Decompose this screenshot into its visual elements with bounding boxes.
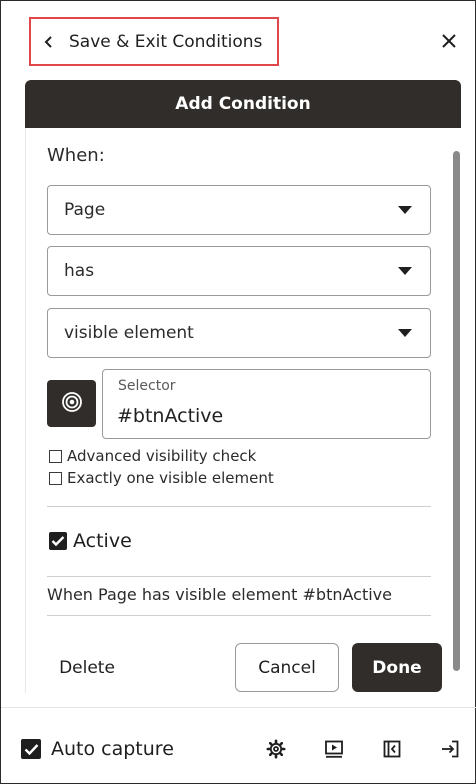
caret-down-icon	[398, 329, 412, 337]
divider	[47, 576, 431, 577]
done-button[interactable]: Done	[352, 643, 442, 692]
exit-icon[interactable]	[438, 737, 462, 761]
exactly-one-visible-label: Exactly one visible element	[67, 469, 274, 487]
condition-select[interactable]: visible element	[47, 308, 431, 358]
footer-divider	[1, 707, 476, 708]
operator-select-value: has	[64, 261, 95, 281]
close-icon[interactable]	[437, 29, 461, 53]
active-label: Active	[73, 530, 132, 552]
conditions-panel-window: Save & Exit Conditions Add Condition Whe…	[0, 0, 476, 784]
back-button-label: Save & Exit Conditions	[69, 31, 263, 52]
save-exit-conditions-button[interactable]: Save & Exit Conditions	[31, 19, 262, 64]
active-checkbox[interactable]: Active	[49, 530, 132, 552]
target-icon	[61, 391, 83, 417]
advanced-visibility-label: Advanced visibility check	[67, 447, 257, 465]
caret-down-icon	[398, 206, 412, 214]
checkbox-unchecked-icon	[49, 449, 62, 463]
gear-icon[interactable]	[264, 737, 288, 761]
checkbox-checked-icon	[49, 532, 67, 550]
panel-scrollbar[interactable]	[453, 151, 460, 671]
subject-select[interactable]: Page	[47, 185, 431, 235]
auto-capture-label: Auto capture	[51, 738, 174, 760]
when-label: When:	[47, 145, 105, 166]
subject-select-value: Page	[64, 200, 106, 220]
exactly-one-visible-checkbox[interactable]: Exactly one visible element	[49, 469, 274, 487]
checkbox-unchecked-icon	[49, 471, 62, 485]
element-picker-button[interactable]	[47, 380, 96, 427]
selector-field: Selector	[102, 369, 431, 439]
cancel-button[interactable]: Cancel	[235, 643, 339, 692]
delete-button[interactable]: Delete	[47, 647, 127, 689]
advanced-visibility-checkbox[interactable]: Advanced visibility check	[49, 447, 256, 465]
add-condition-header: Add Condition	[25, 80, 461, 128]
checkbox-checked-icon	[21, 739, 41, 759]
chevron-left-icon	[39, 32, 59, 52]
selector-label: Selector	[118, 378, 176, 394]
divider	[47, 615, 431, 616]
auto-capture-checkbox[interactable]: Auto capture	[21, 738, 174, 760]
collapse-panel-icon[interactable]	[380, 737, 404, 761]
play-screen-icon[interactable]	[322, 737, 346, 761]
divider	[47, 506, 431, 507]
caret-down-icon	[398, 267, 412, 275]
selector-input[interactable]	[117, 400, 417, 432]
operator-select[interactable]: has	[47, 246, 431, 296]
highlighted-back-region: Save & Exit Conditions	[29, 17, 279, 66]
condition-select-value: visible element	[64, 323, 194, 343]
condition-summary: When Page has visible element #btnActive	[47, 585, 392, 604]
